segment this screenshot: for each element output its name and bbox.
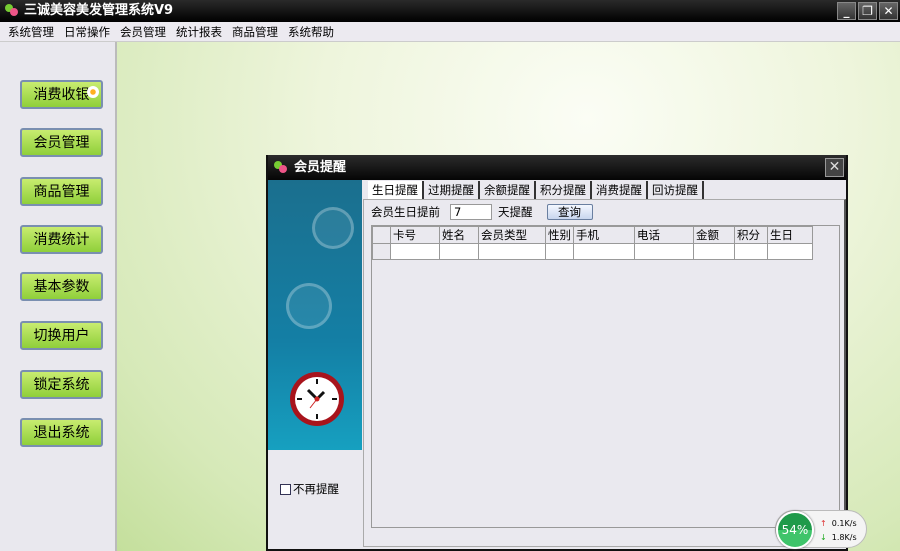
clock-icon: [286, 283, 332, 329]
no-remind-checkbox[interactable]: 不再提醒: [280, 481, 339, 497]
label: 消费收银: [33, 87, 90, 103]
tab-consumption[interactable]: 消费提醒: [592, 181, 648, 199]
menu-bar: 系统管理 日常操作 会员管理 统计报表 商品管理 系统帮助: [0, 22, 900, 42]
col-amount[interactable]: 金额: [693, 226, 735, 244]
menu-reports[interactable]: 统计报表: [171, 22, 227, 41]
col-points[interactable]: 积分: [734, 226, 768, 244]
label: 锁定系统: [33, 377, 90, 393]
basic-params-button[interactable]: 基本参数: [20, 272, 103, 301]
query-button[interactable]: 查询: [546, 204, 593, 220]
col-birthday[interactable]: 生日: [767, 226, 813, 244]
label: 消费统计: [33, 232, 90, 248]
label: 切换用户: [33, 328, 90, 344]
dialog-title-bar: 会员提醒 ✕: [268, 155, 846, 180]
lock-system-button[interactable]: 锁定系统: [20, 370, 103, 399]
tab-expiry[interactable]: 过期提醒: [424, 181, 480, 199]
dialog-logo-icon: [274, 161, 288, 173]
sidebar: 消费收银 会员管理 商品管理 消费统计 基本参数 切换用户 锁定系统 退出系统: [0, 42, 117, 551]
col-phone[interactable]: 电话: [634, 226, 694, 244]
tab-balance[interactable]: 余额提醒: [480, 181, 536, 199]
app-logo-icon: [5, 4, 19, 16]
menu-system[interactable]: 系统管理: [3, 22, 59, 41]
label: 商品管理: [33, 184, 90, 200]
label: 退出系统: [33, 425, 90, 441]
menu-help[interactable]: 系统帮助: [283, 22, 339, 41]
tab-birthday[interactable]: 生日提醒: [368, 181, 424, 199]
days-input[interactable]: 7: [450, 204, 492, 220]
col-name[interactable]: 姓名: [439, 226, 479, 244]
download-value: 1.8K/s: [831, 533, 857, 542]
app-title: 三诚美容美发管理系统V9: [24, 3, 174, 18]
checkbox-box[interactable]: [280, 483, 291, 495]
exit-system-button[interactable]: 退出系统: [20, 418, 103, 447]
dialog-title: 会员提醒: [294, 160, 347, 175]
member-reminder-dialog: 会员提醒 ✕ 不再提醒 生日提醒 过期提醒 余额提醒 积分提醒 消费提醒 回访提…: [266, 155, 848, 551]
days-before-label: 会员生日提前: [371, 205, 440, 219]
col-member-type[interactable]: 会员类型: [478, 226, 546, 244]
consumption-stats-button[interactable]: 消费统计: [20, 225, 103, 254]
label: 基本参数: [33, 279, 90, 295]
grid-header-row: 卡号 姓名 会员类型 性别 手机 电话 金额 积分 生日: [372, 226, 813, 244]
col-gender[interactable]: 性别: [545, 226, 574, 244]
col-mobile[interactable]: 手机: [573, 226, 635, 244]
cpu-usage-badge: 54%: [776, 511, 814, 549]
close-button[interactable]: ✕: [879, 2, 898, 20]
table-row[interactable]: [372, 243, 813, 260]
minimize-button[interactable]: _: [837, 2, 856, 20]
member-management-button[interactable]: 会员管理: [20, 128, 103, 157]
up-arrow-icon: ↑: [820, 519, 827, 528]
switch-user-button[interactable]: 切换用户: [20, 321, 103, 350]
row-header[interactable]: [372, 243, 391, 260]
menu-member[interactable]: 会员管理: [115, 22, 171, 41]
restore-button[interactable]: ❐: [858, 2, 877, 20]
goods-management-button[interactable]: 商品管理: [20, 177, 103, 206]
dialog-close-button[interactable]: ✕: [825, 158, 844, 177]
checkout-button[interactable]: 消费收银: [20, 80, 103, 109]
down-arrow-icon: ↓: [820, 533, 827, 542]
birthday-filter-form: 会员生日提前 7 天提醒 查询: [371, 204, 593, 220]
clock-icon: [312, 207, 354, 249]
label: 会员管理: [33, 135, 90, 151]
menu-daily[interactable]: 日常操作: [59, 22, 115, 41]
network-monitor[interactable]: 54% ↑ 0.1K/s ↓ 1.8K/s: [775, 510, 867, 549]
upload-speed: ↑ 0.1K/s: [820, 519, 857, 528]
clock-banner: [268, 180, 362, 450]
row-header-corner: [372, 226, 391, 244]
alarm-clock-icon: [290, 372, 344, 426]
member-grid: 卡号 姓名 会员类型 性别 手机 电话 金额 积分 生日: [371, 225, 840, 528]
tab-revisit[interactable]: 回访提醒: [648, 181, 704, 199]
days-suffix-label: 天提醒: [498, 205, 533, 219]
tab-points[interactable]: 积分提醒: [536, 181, 592, 199]
tab-bar: 生日提醒 过期提醒 余额提醒 积分提醒 消费提醒 回访提醒: [368, 181, 704, 199]
title-bar: 三诚美容美发管理系统V9 _ ❐ ✕: [0, 0, 900, 22]
menu-goods[interactable]: 商品管理: [227, 22, 283, 41]
col-card-no[interactable]: 卡号: [390, 226, 440, 244]
upload-value: 0.1K/s: [831, 519, 857, 528]
download-speed: ↓ 1.8K/s: [820, 533, 857, 542]
no-remind-label: 不再提醒: [293, 482, 339, 496]
